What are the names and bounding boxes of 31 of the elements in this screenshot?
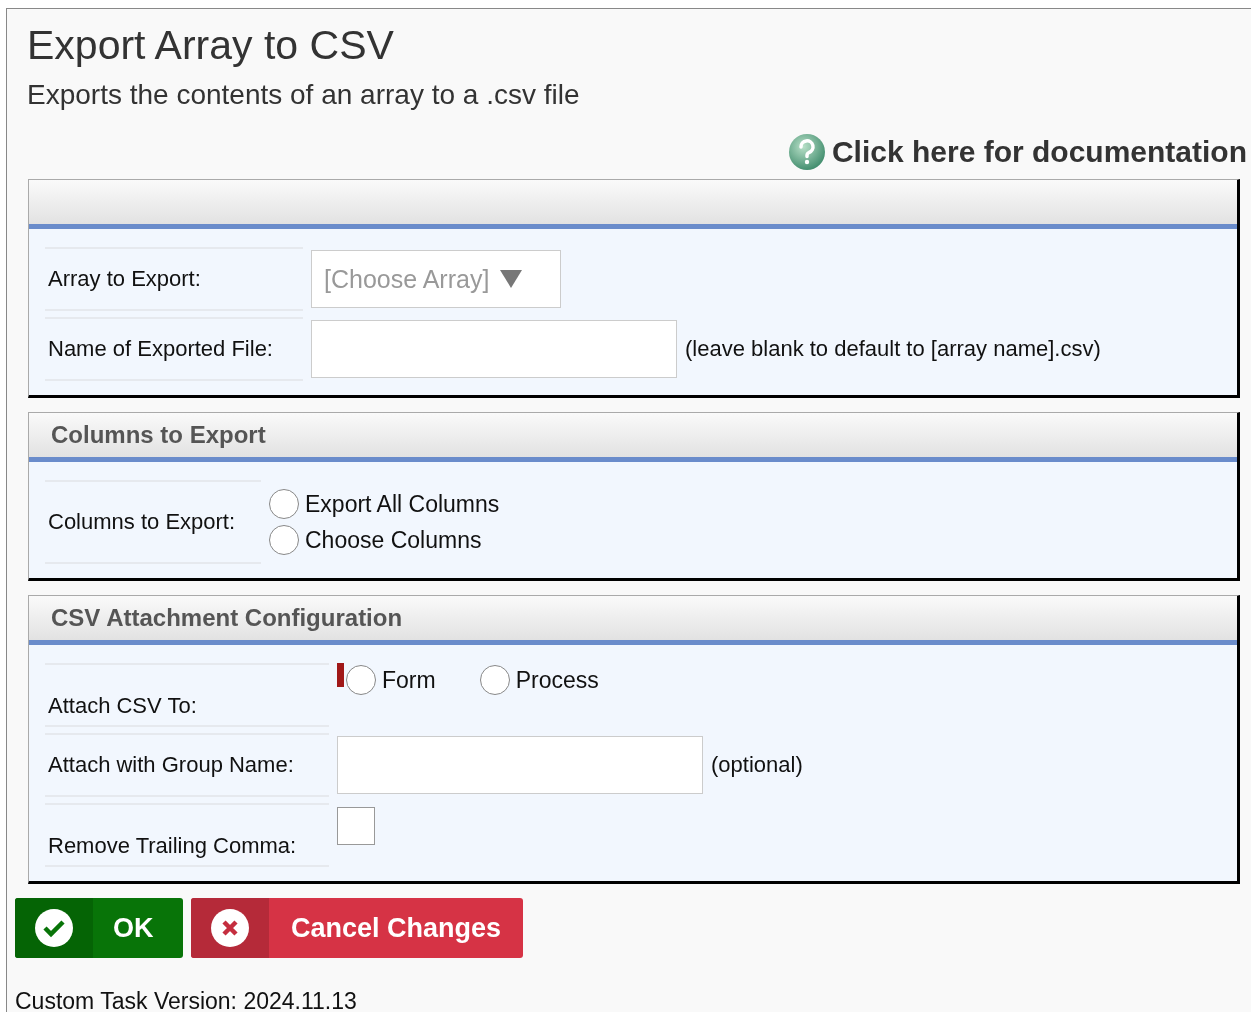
ok-button[interactable]: OK (15, 898, 183, 958)
radio-option[interactable]: Choose Columns (269, 525, 500, 555)
radio-button[interactable] (269, 525, 299, 555)
section-title: CSV Attachment Configuration (51, 604, 403, 632)
radio-option[interactable]: Export All Columns (269, 489, 500, 519)
close-circle-icon (210, 908, 250, 948)
field-label: Attach with Group Name: (48, 752, 294, 778)
version-text: Custom Task Version: 2024.11.13 (15, 988, 357, 1012)
field-label: Array to Export: (48, 266, 201, 292)
page-subtitle: Exports the contents of an array to a .csv file (27, 79, 580, 111)
documentation-link[interactable]: Click here for documentation (787, 133, 1247, 171)
field-label: Name of Exported File: (48, 336, 273, 362)
check-circle-icon (34, 908, 74, 948)
checkbox[interactable] (337, 807, 375, 845)
radio-button[interactable] (269, 489, 299, 519)
cancel-button[interactable]: Cancel Changes (191, 898, 524, 958)
field-label: Columns to Export: (48, 509, 236, 535)
field-label: Attach CSV To: (48, 693, 197, 720)
field-hint: (leave blank to default to [array name].csv) (685, 336, 1101, 362)
radio-button[interactable] (346, 665, 376, 695)
dropdown-arrow-icon (499, 269, 524, 289)
field-label: Remove Trailing Comma: (48, 833, 297, 860)
page-title: Export Array to CSV (27, 21, 395, 69)
section-title: Columns to Export (51, 421, 266, 449)
input-field[interactable] (311, 320, 677, 378)
radio-option[interactable]: Process (479, 665, 599, 695)
radio-option[interactable]: Form (346, 665, 436, 695)
help-icon (787, 133, 826, 171)
input-field[interactable] (337, 736, 703, 794)
radio-button[interactable] (479, 665, 510, 695)
field-hint: (optional) (711, 752, 803, 778)
